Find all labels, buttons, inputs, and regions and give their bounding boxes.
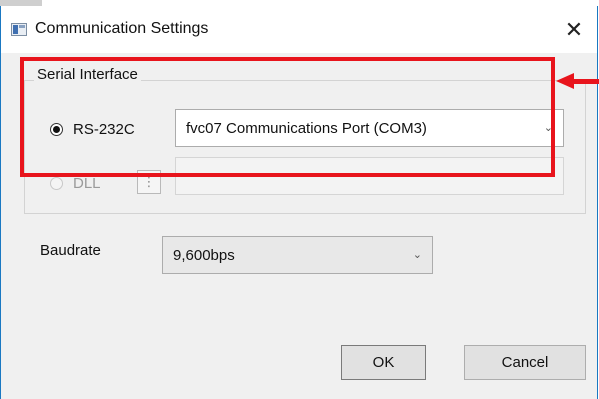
arrow-left-icon	[572, 79, 599, 84]
ellipsis-icon: ⋮	[142, 174, 156, 189]
serial-interface-legend: Serial Interface	[34, 66, 141, 83]
close-icon: ✕	[564, 16, 584, 42]
dll-radio[interactable]	[50, 177, 63, 190]
rs232c-radio[interactable]	[50, 123, 63, 136]
dll-label: DLL	[73, 175, 101, 192]
chevron-down-icon: ⌄	[543, 122, 553, 134]
baudrate-label: Baudrate	[40, 242, 101, 259]
rs232c-radio-option[interactable]: RS-232C	[50, 121, 135, 138]
dll-radio-option[interactable]: DLL	[50, 175, 101, 192]
dll-path-field[interactable]	[175, 157, 564, 195]
close-button[interactable]: ✕	[551, 6, 597, 53]
rs232c-label: RS-232C	[73, 121, 135, 138]
baudrate-value: 9,600bps	[173, 246, 235, 264]
dll-browse-button[interactable]: ⋮	[137, 170, 161, 194]
ok-button[interactable]: OK	[341, 345, 426, 380]
com-port-select[interactable]: fvc07 Communications Port (COM3) ⌄	[175, 109, 564, 147]
window-title: Communication Settings	[35, 20, 209, 37]
com-port-value: fvc07 Communications Port (COM3)	[186, 119, 427, 137]
window-icon	[11, 23, 27, 36]
chevron-down-icon: ⌄	[412, 249, 422, 261]
baudrate-select[interactable]: 9,600bps ⌄	[162, 236, 433, 274]
title-bar: Communication Settings ✕	[1, 6, 597, 53]
arrow-head	[556, 73, 574, 89]
cancel-button[interactable]: Cancel	[464, 345, 586, 380]
